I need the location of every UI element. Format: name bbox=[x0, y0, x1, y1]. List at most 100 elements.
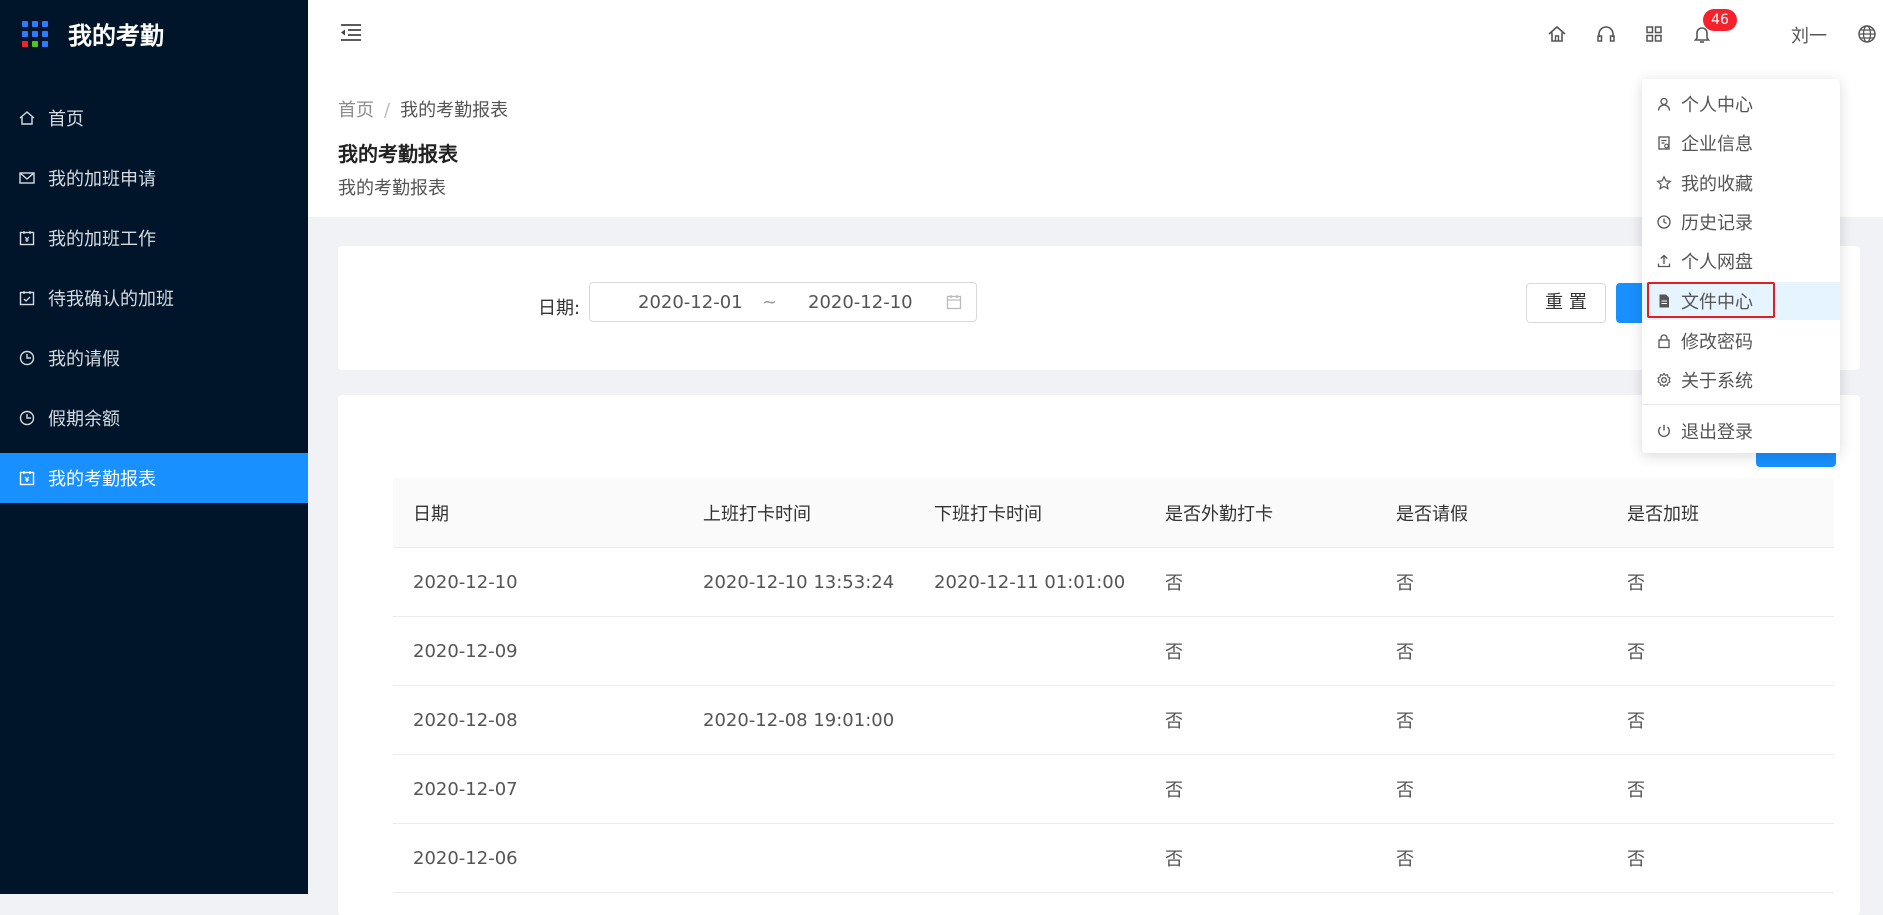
top-header: 46 刘一 bbox=[308, 0, 1883, 72]
app-logo[interactable]: 我的考勤 bbox=[22, 16, 164, 51]
highlight-box bbox=[1647, 282, 1775, 318]
sidebar-item-overtime-work[interactable]: 我的加班工作 bbox=[0, 213, 308, 263]
menu-item-label: 个人中心 bbox=[1681, 95, 1753, 116]
breadcrumb: 首页 / 我的考勤报表 bbox=[338, 96, 508, 122]
menu-item-label: 个人网盘 bbox=[1681, 252, 1753, 273]
menu-divider bbox=[1642, 404, 1840, 405]
start-date-input[interactable]: 2020-12-01 bbox=[638, 292, 743, 313]
notification-badge[interactable]: 46 bbox=[1703, 9, 1737, 31]
upload-icon bbox=[1657, 254, 1671, 268]
globe-icon[interactable] bbox=[1856, 23, 1878, 45]
table-cell: 2020-12-10 bbox=[393, 547, 683, 617]
attendance-table: 日期 上班打卡时间 下班打卡时间 是否外勤打卡 是否请假 是否加班 2020-1… bbox=[393, 478, 1834, 893]
reset-button[interactable]: 重 置 bbox=[1526, 283, 1606, 323]
sidebar-item-leave[interactable]: 我的请假 bbox=[0, 333, 308, 383]
table-cell: 2020-12-11 01:01:00 bbox=[914, 547, 1145, 617]
breadcrumb-home[interactable]: 首页 bbox=[338, 100, 374, 121]
table-cell: 2020-12-09 bbox=[393, 616, 683, 686]
menu-item-logout[interactable]: 退出登录 bbox=[1642, 412, 1840, 450]
table-row: 2020-12-09 否 否 否 bbox=[393, 616, 1834, 686]
filter-card: 日期: 2020-12-01 ~ 2020-12-10 重 置 查 bbox=[338, 246, 1860, 370]
table-cell: 否 bbox=[1607, 547, 1834, 617]
lock-icon bbox=[1658, 334, 1670, 349]
pie-clock-icon bbox=[19, 410, 35, 426]
table-header-row: 日期 上班打卡时间 下班打卡时间 是否外勤打卡 是否请假 是否加班 bbox=[393, 478, 1834, 548]
mail-icon bbox=[19, 172, 35, 184]
table-cell: 2020-12-10 13:53:24 bbox=[683, 547, 914, 617]
table-row: 2020-12-06 否 否 否 bbox=[393, 823, 1834, 893]
sidebar-item-leave-balance[interactable]: 假期余额 bbox=[0, 393, 308, 443]
table-cell: 2020-12-08 bbox=[393, 685, 683, 755]
user-icon bbox=[1657, 97, 1671, 111]
menu-item-personal-drive[interactable]: 个人网盘 bbox=[1642, 242, 1840, 280]
table-cell bbox=[914, 754, 1145, 824]
menu-item-profile[interactable]: 个人中心 bbox=[1642, 85, 1840, 123]
range-separator: ~ bbox=[762, 292, 778, 313]
table-cell: 否 bbox=[1607, 616, 1834, 686]
table-cell bbox=[683, 754, 914, 824]
apps-grid-logo-icon bbox=[22, 20, 48, 47]
home-icon[interactable] bbox=[1546, 23, 1568, 45]
column-header: 日期 bbox=[393, 478, 683, 548]
menu-item-label: 修改密码 bbox=[1681, 332, 1753, 353]
end-date-input[interactable]: 2020-12-10 bbox=[808, 292, 913, 313]
table-cell: 2020-12-06 bbox=[393, 823, 683, 893]
column-header: 是否加班 bbox=[1607, 478, 1834, 548]
sidebar-item-label: 我的加班工作 bbox=[48, 229, 156, 250]
table-cell: 2020-12-08 19:01:00 bbox=[683, 685, 914, 755]
menu-item-company-info[interactable]: 企业信息 bbox=[1642, 124, 1840, 162]
clock-icon bbox=[1657, 215, 1671, 229]
pie-clock-icon bbox=[19, 350, 35, 366]
menu-fold-icon[interactable] bbox=[338, 20, 364, 46]
user-dropdown-menu: 个人中心 企业信息 我的收藏 历史记录 个人网盘 文件中心 修改密码 关于系统 … bbox=[1642, 79, 1840, 453]
menu-item-history[interactable]: 历史记录 bbox=[1642, 203, 1840, 241]
breadcrumb-separator: / bbox=[384, 100, 391, 121]
username[interactable]: 刘一 bbox=[1791, 22, 1827, 48]
apps-icon[interactable] bbox=[1643, 23, 1665, 45]
table-cell: 否 bbox=[1376, 823, 1607, 893]
date-label: 日期: bbox=[538, 298, 581, 319]
column-header: 是否请假 bbox=[1376, 478, 1607, 548]
table-cell: 否 bbox=[1376, 685, 1607, 755]
menu-item-file-center[interactable]: 文件中心 bbox=[1642, 282, 1840, 320]
menu-item-label: 历史记录 bbox=[1681, 213, 1753, 234]
page-subtitle: 我的考勤报表 bbox=[338, 178, 446, 199]
date-range-picker[interactable]: 2020-12-01 ~ 2020-12-10 bbox=[589, 282, 977, 322]
sidebar-item-home[interactable]: 首页 bbox=[0, 93, 308, 143]
sidebar-item-pending-confirm[interactable]: 待我确认的加班 bbox=[0, 273, 308, 323]
sidebar-item-label: 我的考勤报表 bbox=[48, 469, 156, 490]
sidebar-item-overtime-apply[interactable]: 我的加班申请 bbox=[0, 153, 308, 203]
sidebar-item-attendance-report[interactable]: 我的考勤报表 bbox=[0, 453, 308, 503]
table-cell: 否 bbox=[1145, 823, 1376, 893]
table-cell: 否 bbox=[1376, 754, 1607, 824]
table-cell bbox=[914, 823, 1145, 893]
table-cell: 否 bbox=[1145, 547, 1376, 617]
sidebar: 我的考勤 首页 我的加班申请 我的加班工作 待我确认的加班 我的请假 假期余额 bbox=[0, 0, 308, 894]
headset-icon[interactable] bbox=[1595, 23, 1617, 45]
power-icon bbox=[1658, 424, 1670, 438]
column-header: 是否外勤打卡 bbox=[1145, 478, 1376, 548]
calendar-icon bbox=[946, 295, 962, 310]
table-cell bbox=[914, 685, 1145, 755]
sidebar-item-label: 我的请假 bbox=[48, 349, 120, 370]
sidebar-item-label: 我的加班申请 bbox=[48, 169, 156, 190]
calendar-yen-icon bbox=[19, 471, 35, 486]
sidebar-item-label: 待我确认的加班 bbox=[48, 289, 174, 310]
star-icon bbox=[1656, 175, 1672, 190]
menu-item-change-password[interactable]: 修改密码 bbox=[1642, 322, 1840, 360]
menu-item-label: 关于系统 bbox=[1681, 371, 1753, 392]
calendar-check-icon bbox=[19, 291, 35, 306]
table-row: 2020-12-10 2020-12-10 13:53:24 2020-12-1… bbox=[393, 547, 1834, 617]
menu-item-about[interactable]: 关于系统 bbox=[1642, 361, 1840, 399]
page-title: 我的考勤报表 bbox=[338, 142, 458, 166]
breadcrumb-current: 我的考勤报表 bbox=[400, 100, 509, 121]
table-row: 2020-12-07 否 否 否 bbox=[393, 754, 1834, 824]
table-cell: 否 bbox=[1376, 616, 1607, 686]
gear-icon bbox=[1657, 372, 1671, 388]
sidebar-item-label: 假期余额 bbox=[48, 409, 120, 430]
menu-item-favorites[interactable]: 我的收藏 bbox=[1642, 164, 1840, 202]
table-cell: 否 bbox=[1145, 685, 1376, 755]
table-cell bbox=[683, 823, 914, 893]
table-card: 日期 上班打卡时间 下班打卡时间 是否外勤打卡 是否请假 是否加班 2020-1… bbox=[338, 395, 1860, 915]
column-header: 下班打卡时间 bbox=[914, 478, 1145, 548]
